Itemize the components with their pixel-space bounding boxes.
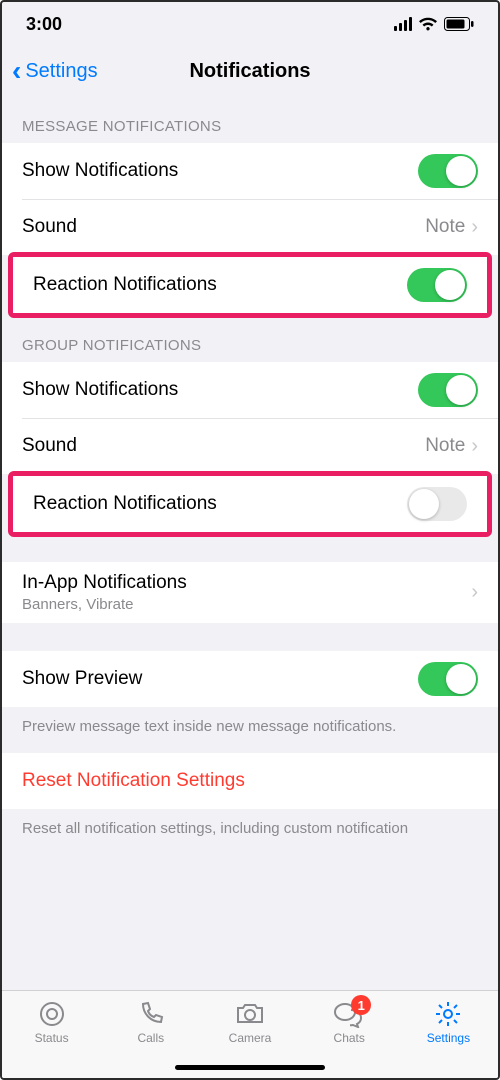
row-label: Reaction Notifications bbox=[33, 493, 407, 515]
row-label: Show Notifications bbox=[22, 160, 418, 182]
reset-row[interactable]: Reset Notification Settings bbox=[2, 753, 498, 809]
device-frame: 3:00 ‹ Settings Notifications MESSAGE NO… bbox=[0, 0, 500, 1080]
wifi-icon bbox=[418, 17, 438, 31]
preview-footer: Preview message text inside new message … bbox=[2, 707, 498, 753]
camera-icon bbox=[235, 999, 265, 1029]
row-label: In-App Notifications bbox=[22, 572, 471, 594]
preview-row[interactable]: Show Preview bbox=[2, 651, 498, 707]
group-group: Show Notifications Sound Note › bbox=[2, 362, 498, 474]
message-reaction-toggle[interactable] bbox=[407, 268, 467, 302]
group-sound-row[interactable]: Sound Note › bbox=[2, 418, 498, 474]
settings-content: MESSAGE NOTIFICATIONS Show Notifications… bbox=[2, 96, 498, 990]
inapp-row[interactable]: In-App Notifications Banners, Vibrate › bbox=[2, 562, 498, 623]
message-sound-row[interactable]: Sound Note › bbox=[2, 199, 498, 255]
phone-icon bbox=[137, 999, 165, 1029]
tab-settings[interactable]: Settings bbox=[399, 991, 498, 1078]
back-label: Settings bbox=[25, 60, 97, 83]
status-time: 3:00 bbox=[26, 14, 62, 35]
status-bar: 3:00 bbox=[2, 2, 498, 46]
message-show-row[interactable]: Show Notifications bbox=[2, 143, 498, 199]
reset-group: Reset Notification Settings bbox=[2, 753, 498, 809]
cellular-signal-icon bbox=[394, 17, 412, 31]
tab-label: Chats bbox=[334, 1031, 365, 1045]
tab-label: Settings bbox=[427, 1031, 470, 1045]
group-reaction-row[interactable]: Reaction Notifications bbox=[13, 476, 487, 532]
row-sublabel: Banners, Vibrate bbox=[22, 596, 471, 613]
group-section-header: GROUP NOTIFICATIONS bbox=[2, 315, 498, 362]
home-indicator[interactable] bbox=[175, 1065, 325, 1070]
row-label: Reset Notification Settings bbox=[22, 770, 478, 792]
chevron-right-icon: › bbox=[471, 216, 478, 239]
chats-badge: 1 bbox=[351, 995, 371, 1015]
chevron-right-icon: › bbox=[471, 581, 478, 604]
message-show-toggle[interactable] bbox=[418, 154, 478, 188]
group-reaction-highlight: Reaction Notifications bbox=[8, 471, 492, 537]
preview-toggle[interactable] bbox=[418, 662, 478, 696]
tab-label: Camera bbox=[229, 1031, 272, 1045]
row-value: Note bbox=[425, 435, 465, 457]
preview-group: Show Preview bbox=[2, 651, 498, 707]
row-label: Show Preview bbox=[22, 668, 418, 690]
tab-status[interactable]: Status bbox=[2, 991, 101, 1078]
status-indicators bbox=[394, 17, 474, 31]
group-reaction-toggle[interactable] bbox=[407, 487, 467, 521]
tab-label: Calls bbox=[137, 1031, 164, 1045]
message-reaction-highlight: Reaction Notifications bbox=[8, 252, 492, 318]
group-show-toggle[interactable] bbox=[418, 373, 478, 407]
chevron-left-icon: ‹ bbox=[12, 57, 21, 85]
group-show-row[interactable]: Show Notifications bbox=[2, 362, 498, 418]
row-label: Sound bbox=[22, 435, 425, 457]
row-label: Sound bbox=[22, 216, 425, 238]
row-value: Note bbox=[425, 216, 465, 238]
reset-footer: Reset all notification settings, includi… bbox=[2, 809, 498, 855]
tab-label: Status bbox=[35, 1031, 69, 1045]
gear-icon bbox=[434, 999, 462, 1029]
row-label: Show Notifications bbox=[22, 379, 418, 401]
back-button[interactable]: ‹ Settings bbox=[12, 57, 98, 85]
message-group: Show Notifications Sound Note › bbox=[2, 143, 498, 255]
inapp-group: In-App Notifications Banners, Vibrate › bbox=[2, 562, 498, 623]
battery-icon bbox=[444, 17, 474, 31]
chevron-right-icon: › bbox=[471, 435, 478, 458]
message-section-header: MESSAGE NOTIFICATIONS bbox=[2, 96, 498, 143]
status-icon bbox=[38, 999, 66, 1029]
row-label: Reaction Notifications bbox=[33, 274, 407, 296]
message-reaction-row[interactable]: Reaction Notifications bbox=[13, 257, 487, 313]
nav-header: ‹ Settings Notifications bbox=[2, 46, 498, 96]
